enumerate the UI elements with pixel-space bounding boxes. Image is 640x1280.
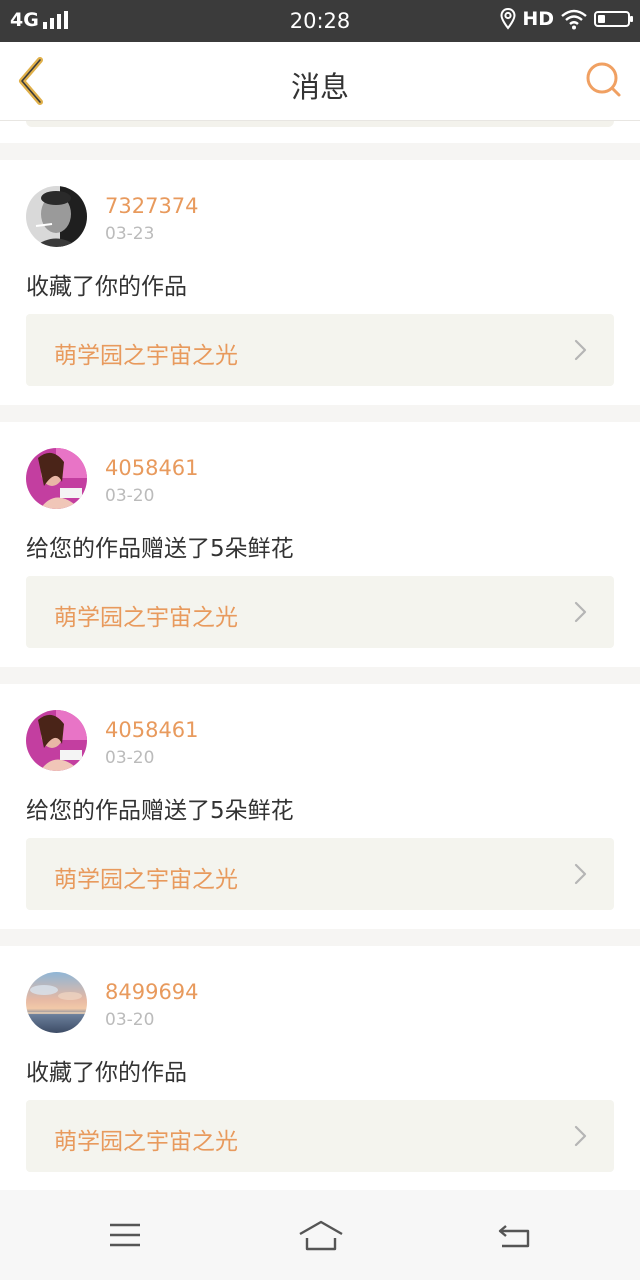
message-text: 给您的作品赠送了5朵鲜花: [26, 536, 294, 562]
message-card: 4058461 03-20 给您的作品赠送了5朵鲜花 萌学园之宇宙之光: [0, 684, 640, 929]
message-card: 4058461 03-20 给您的作品赠送了5朵鲜花 萌学园之宇宙之光: [0, 422, 640, 667]
avatar[interactable]: [26, 710, 87, 771]
location-icon: [500, 8, 516, 30]
work-title: 萌学园之宇宙之光: [54, 867, 238, 893]
message-text: 收藏了你的作品: [26, 1060, 187, 1086]
home-icon: [299, 1220, 343, 1251]
avatar[interactable]: [26, 186, 87, 247]
avatar[interactable]: [26, 972, 87, 1033]
work-title: 萌学园之宇宙之光: [54, 605, 238, 631]
username[interactable]: 4058461: [105, 718, 199, 742]
status-icons: HD: [500, 8, 633, 30]
chevron-right-icon: [574, 339, 587, 361]
username[interactable]: 4058461: [105, 456, 199, 480]
work-link[interactable]: 萌学园之宇宙之光: [26, 1100, 614, 1172]
work-link[interactable]: 萌学园之宇宙之光: [26, 838, 614, 910]
return-button[interactable]: [496, 1218, 536, 1252]
menu-icon: [110, 1223, 140, 1247]
chevron-right-icon: [574, 1125, 587, 1147]
username[interactable]: 7327374: [105, 194, 199, 218]
message-date: 03-20: [105, 748, 155, 768]
message-text: 收藏了你的作品: [26, 274, 187, 300]
search-button[interactable]: [582, 58, 626, 102]
chevron-right-icon: [574, 863, 587, 885]
work-link[interactable]: 萌学园之宇宙之光: [26, 576, 614, 648]
top-nav-bar: 消息: [0, 42, 640, 121]
home-button[interactable]: [298, 1218, 344, 1252]
previous-card-stub: [0, 121, 640, 143]
work-title: 萌学园之宇宙之光: [54, 343, 238, 369]
work-title: 萌学园之宇宙之光: [54, 1129, 238, 1155]
hd-label: HD: [522, 8, 554, 30]
message-card: 7327374 03-23 收藏了你的作品 萌学园之宇宙之光: [0, 160, 640, 405]
return-icon: [498, 1225, 530, 1248]
page-title: 消息: [290, 70, 349, 104]
work-link[interactable]: 萌学园之宇宙之光: [26, 314, 614, 386]
wifi-icon: [561, 9, 587, 30]
message-text: 给您的作品赠送了5朵鲜花: [26, 798, 294, 824]
message-date: 03-23: [105, 224, 155, 244]
username[interactable]: 8499694: [105, 980, 199, 1004]
avatar[interactable]: [26, 448, 87, 509]
menu-button[interactable]: [104, 1218, 144, 1252]
message-card: 8499694 03-20 收藏了你的作品 萌学园之宇宙之光: [0, 946, 640, 1191]
message-date: 03-20: [105, 486, 155, 506]
status-bar: 4G 20:28 HD: [0, 0, 640, 42]
battery-icon: [594, 11, 633, 27]
system-nav-bar: [0, 1190, 640, 1280]
message-date: 03-20: [105, 1010, 155, 1030]
chevron-right-icon: [574, 601, 587, 623]
search-icon: [586, 62, 621, 97]
